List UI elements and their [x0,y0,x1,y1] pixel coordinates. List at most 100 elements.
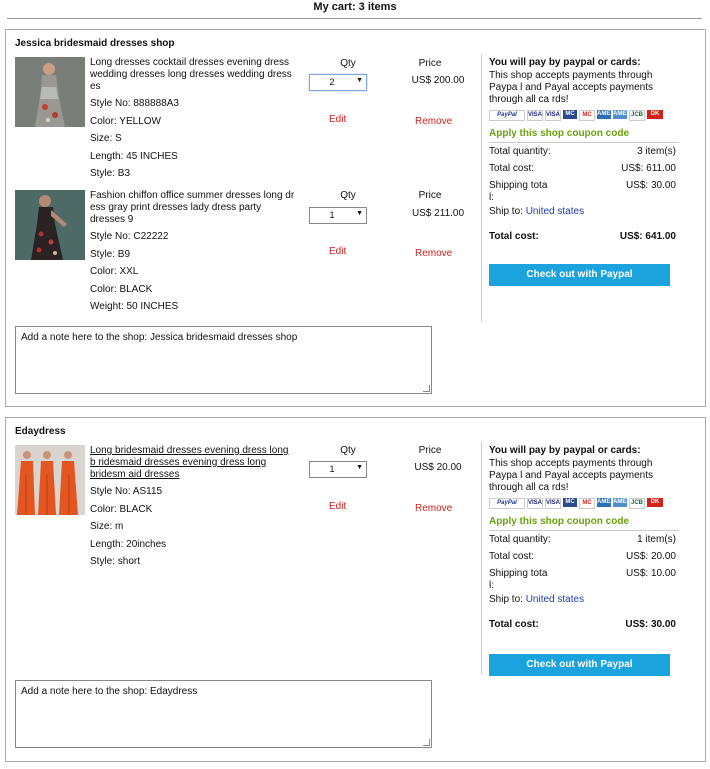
cart-item: Long bridesmaid dresses evening dress lo… [15,445,475,575]
grand-total-row: Total cost: US$: 30.00 [489,616,679,633]
shop-note-textarea[interactable]: Add a note here to the shop: Jessica bri… [15,326,432,394]
shipping-row: Shipping tota l: US$: 30.00 [489,177,679,203]
amex-logo: AMEX [597,110,615,119]
jcb-logo: JCB [629,498,645,509]
product-attribute: Color: BLACK [90,283,153,295]
remove-link[interactable]: Remove [415,503,452,514]
visa-logo: VISA [527,110,543,121]
edit-link[interactable]: Edit [329,246,346,257]
checkout-paypal-button[interactable]: Check out with Paypal [489,654,670,676]
product-info: Long bridesmaid dresses evening dress lo… [90,445,295,574]
shop-note-textarea[interactable]: Add a note here to the shop: Edaydress [15,680,432,748]
jcb-logo: JCB [629,110,645,121]
product-thumbnail[interactable] [15,57,85,127]
ship-to-row: Ship to: United states [489,591,679,608]
quantity-value: 2 [329,77,335,87]
product-description[interactable]: Fashion chiffon office summer dresses lo… [90,190,295,226]
product-attribute: Length: 45 INCHES [90,150,178,162]
item-price: US$ 20.00 [414,462,462,473]
product-thumbnail[interactable] [15,190,85,260]
ship-to-text: Ship to: [489,594,523,605]
grand-total-row: Total cost: US$: 641.00 [489,228,679,245]
product-attribute: Style No: 888888A3 [90,98,179,109]
shop-panel: Jessica bridesmaid dresses shop Long dre… [5,29,706,407]
amex-logo: AMEX [597,498,615,507]
grand-total-label: Total cost: [489,231,539,242]
ship-to-link[interactable]: United states [526,206,584,217]
ship-to-text: Ship to: [489,206,523,217]
total-cost-label: Total cost: [489,163,535,174]
maestro-logo: MC [579,498,595,509]
total-quantity-label: Total quantity: [489,534,551,545]
visa-electron-logo: VISA [545,498,561,509]
total-quantity-label: Total quantity: [489,146,551,157]
edit-link[interactable]: Edit [329,114,346,125]
shipping-label: Shipping tota l: [489,568,547,592]
cart-title: My cart: 3 items [313,1,397,13]
coupon-link[interactable]: Apply this shop coupon code [489,128,679,139]
grand-total-value: US$: 30.00 [625,619,676,630]
note-placeholder: Add a note here to the shop: Edaydress [21,686,198,697]
remove-link[interactable]: Remove [415,248,452,259]
product-description[interactable]: Long bridesmaid dresses evening dress lo… [90,445,295,481]
shipping-row: Shipping tota l: US$: 10.00 [489,565,679,591]
shipping-value: US$: 10.00 [625,568,676,579]
total-cost-value: US$: 611.00 [621,163,676,174]
product-attribute: Style No: AS115 [90,486,163,497]
price-header: Price [418,190,442,201]
total-quantity-row: Total quantity: 1 item(s) [489,531,679,548]
dk-logo: DK [647,498,663,507]
product-description[interactable]: Long dresses cocktail dresses evening dr… [90,57,295,93]
payment-logos: PayPal VISA VISA MC MC AMEX AMEX JCB DK [489,498,679,509]
grand-total-value: US$: 641.00 [619,231,676,242]
total-cost-value: US$: 20.00 [625,551,676,562]
payment-logos: PayPal VISA VISA MC MC AMEX AMEX JCB DK [489,110,679,121]
resize-handle-icon[interactable] [423,739,430,746]
column-divider [481,54,482,322]
product-attribute: Style: short [90,556,141,567]
edit-link[interactable]: Edit [329,501,346,512]
ship-to-label: Ship to: United states [489,594,584,606]
product-thumbnail[interactable] [15,445,85,515]
dk-logo: DK [647,110,663,119]
remove-link[interactable]: Remove [415,116,452,127]
total-quantity-value: 1 item(s) [637,534,676,545]
mastercard-logo: MC [563,110,577,119]
quantity-select[interactable]: 1 ▼ [309,461,367,478]
product-attribute: Color: BLACK [90,503,153,515]
shipping-label: Shipping tota l: [489,180,547,204]
shipping-label-line2: l: [489,580,494,591]
shop-name: Edaydress [15,426,66,437]
qty-header: Qty [340,58,356,69]
product-attribute: Style: B9 [90,248,131,260]
shipping-label-line1: Shipping tota [489,180,548,191]
product-info: Long dresses cocktail dresses evening dr… [90,57,295,186]
shop-panel: Edaydress Long bridesmaid dresses evenin… [5,417,706,762]
product-attribute: Size: S [90,133,122,144]
shipping-label-line2: l: [489,192,494,203]
product-attribute: Style No: C22222 [90,231,169,242]
product-attribute: Style: B3 [90,168,131,179]
amex-blue-logo: AMEX [613,498,631,507]
quantity-value: 1 [329,464,335,474]
maestro-logo: MC [579,110,595,121]
item-price: US$ 200.00 [411,75,465,86]
qty-header: Qty [340,445,356,456]
quantity-select[interactable]: 1 ▼ [309,207,367,224]
coupon-link[interactable]: Apply this shop coupon code [489,516,679,527]
shipping-value: US$: 30.00 [625,180,676,191]
cart-item: Long dresses cocktail dresses evening dr… [15,57,475,187]
title-divider [7,18,702,19]
total-cost-row: Total cost: US$: 611.00 [489,160,679,177]
grand-total-label: Total cost: [489,619,539,630]
total-quantity-row: Total quantity: 3 item(s) [489,143,679,160]
product-attribute: Length: 20inches [90,538,167,550]
payment-summary: You will pay by paypal or cards: This sh… [489,57,679,245]
paypal-logo: PayPal [489,110,525,121]
resize-handle-icon[interactable] [423,385,430,392]
ship-to-row: Ship to: United states [489,203,679,220]
checkout-paypal-button[interactable]: Check out with Paypal [489,264,670,286]
quantity-select[interactable]: 2 ▼ [309,74,367,91]
ship-to-link[interactable]: United states [526,594,584,605]
product-info: Fashion chiffon office summer dresses lo… [90,190,295,319]
